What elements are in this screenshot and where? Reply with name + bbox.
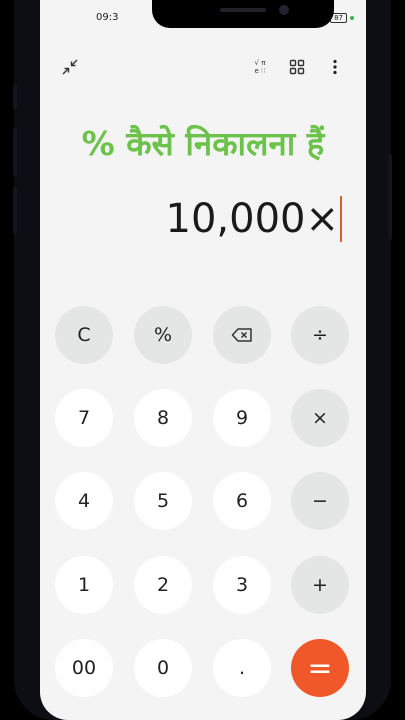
percent-button[interactable]: % bbox=[134, 306, 192, 364]
scientific-bottom-symbols: e ∷ bbox=[254, 67, 266, 75]
expression-display[interactable]: 10,000× bbox=[166, 196, 342, 242]
digit-8-button[interactable]: 8 bbox=[134, 389, 192, 447]
phone-side-button bbox=[13, 186, 17, 234]
digit-6-button[interactable]: 6 bbox=[213, 472, 271, 530]
speaker-slot bbox=[220, 8, 266, 12]
headline-overlay-text: % कैसे निकालना हैं bbox=[81, 124, 325, 163]
collapse-arrows-icon[interactable] bbox=[59, 56, 81, 78]
camera-notch bbox=[152, 0, 334, 28]
calculator-screen: 09:3 87 √ π e ∷ % कैसे निकालना हैं 10,00… bbox=[40, 0, 366, 720]
digit-9-button[interactable]: 9 bbox=[213, 389, 271, 447]
expression-text: 10,000× bbox=[165, 196, 339, 242]
double-zero-button[interactable]: 00 bbox=[55, 639, 113, 697]
status-time: 09:3 bbox=[96, 12, 119, 23]
text-cursor bbox=[340, 196, 342, 242]
digit-5-button[interactable]: 5 bbox=[134, 472, 192, 530]
grid-icon[interactable] bbox=[286, 56, 308, 78]
scientific-mode-icon[interactable]: √ π e ∷ bbox=[249, 56, 271, 78]
backspace-icon bbox=[231, 328, 252, 342]
digit-0-button[interactable]: 0 bbox=[134, 639, 192, 697]
minus-button[interactable]: − bbox=[291, 472, 349, 530]
multiply-button[interactable]: × bbox=[291, 389, 349, 447]
front-camera-icon bbox=[279, 5, 289, 15]
equals-button[interactable]: = bbox=[291, 639, 349, 697]
digit-7-button[interactable]: 7 bbox=[55, 389, 113, 447]
digit-2-button[interactable]: 2 bbox=[134, 556, 192, 614]
digit-1-button[interactable]: 1 bbox=[55, 556, 113, 614]
scientific-top-symbols: √ π bbox=[254, 59, 266, 67]
plus-button[interactable]: + bbox=[291, 556, 349, 614]
divide-button[interactable]: ÷ bbox=[291, 306, 349, 364]
phone-side-button bbox=[388, 154, 392, 240]
clear-button[interactable]: C bbox=[55, 306, 113, 364]
digit-4-button[interactable]: 4 bbox=[55, 472, 113, 530]
phone-side-button bbox=[13, 128, 17, 176]
privacy-dot-icon bbox=[350, 16, 354, 20]
more-vertical-icon[interactable] bbox=[324, 56, 346, 78]
backspace-button[interactable] bbox=[213, 306, 271, 364]
decimal-point-button[interactable]: . bbox=[213, 639, 271, 697]
digit-3-button[interactable]: 3 bbox=[213, 556, 271, 614]
phone-side-button bbox=[13, 84, 17, 110]
